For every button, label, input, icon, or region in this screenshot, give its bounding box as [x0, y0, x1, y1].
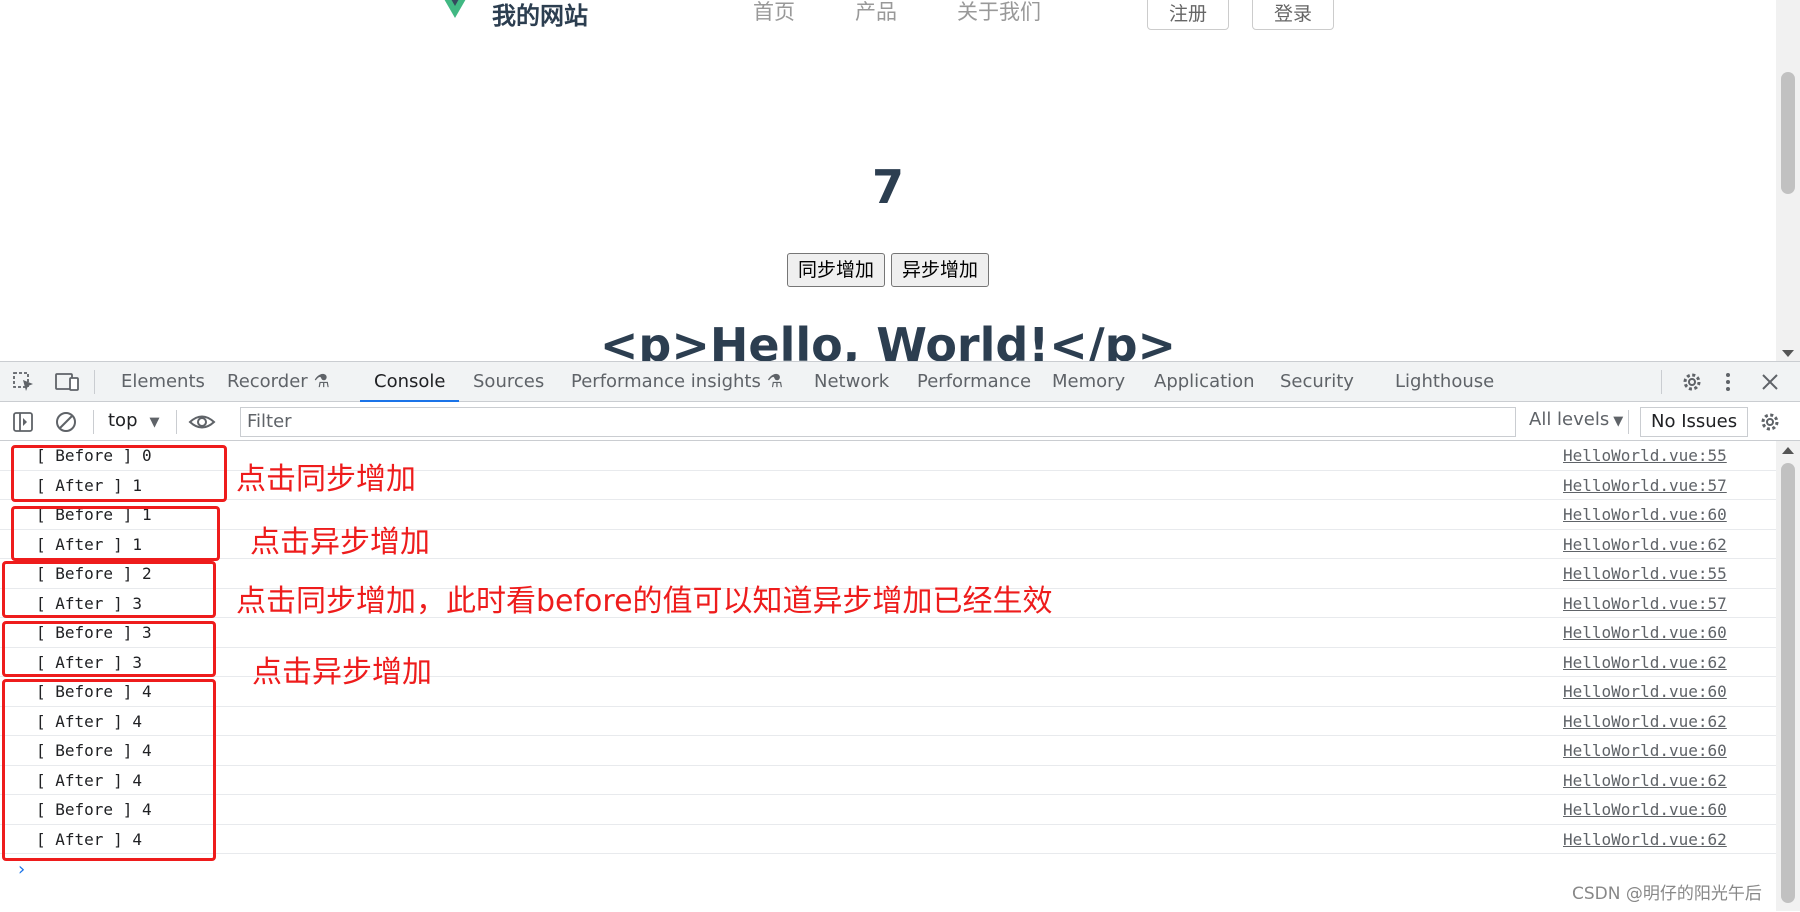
console-row: [ After ] 4 HelloWorld.vue:62 [0, 707, 1776, 736]
tab-performance[interactable]: Performance [917, 362, 1031, 402]
context-selector[interactable]: top ▼ [108, 410, 160, 431]
live-expression-eye-icon[interactable] [188, 410, 216, 434]
annotation-note: 点击异步增加 [250, 525, 430, 560]
csdn-watermark: CSDN @明仔的阳光午后 [1572, 884, 1762, 904]
annotation-note: 点击同步增加 [236, 462, 416, 497]
tab-security[interactable]: Security [1280, 362, 1354, 402]
nav-about[interactable]: 关于我们 [957, 0, 1041, 26]
tab-memory[interactable]: Memory [1052, 362, 1125, 402]
counter-buttons: 同步增加 异步增加 [0, 253, 1776, 287]
dropdown-caret-icon: ▼ [1613, 414, 1624, 429]
site-name: 我的网站 [492, 2, 588, 30]
tab-sources[interactable]: Sources [473, 362, 544, 402]
console-settings-gear-icon[interactable] [1758, 410, 1782, 434]
flask-icon: ⚗ [313, 371, 330, 392]
async-increase-button[interactable]: 异步增加 [891, 253, 990, 287]
source-link[interactable]: HelloWorld.vue:57 [1563, 594, 1727, 613]
divider [1661, 370, 1662, 394]
nav-products[interactable]: 产品 [855, 0, 897, 26]
console-row: [ Before ] 3 HelloWorld.vue:60 [0, 618, 1776, 648]
annotation-box [11, 506, 220, 561]
source-link[interactable]: HelloWorld.vue:60 [1563, 505, 1727, 524]
hello-heading: <p>Hello, World!</p> [599, 318, 1177, 361]
sidebar-toggle-icon[interactable] [12, 411, 34, 433]
annotation-note: 点击异步增加 [252, 655, 432, 690]
issues-button[interactable]: No Issues [1640, 407, 1749, 437]
console-row: [ After ] 4 HelloWorld.vue:62 [0, 766, 1776, 795]
devtools-panel: Elements Recorder ⚗ Console Sources Perfo… [0, 361, 1800, 912]
page-viewport: 我的网站 首页 产品 关于我们 注册 登录 7 同步增加 异步增加 <p>Hel… [0, 0, 1800, 361]
source-link[interactable]: HelloWorld.vue:62 [1563, 771, 1727, 790]
log-levels-label: All levels [1529, 409, 1610, 430]
divider [93, 410, 94, 434]
annotation-box [2, 561, 216, 618]
source-link[interactable]: HelloWorld.vue:62 [1563, 830, 1727, 849]
vue-logo-icon [444, 0, 466, 18]
register-button[interactable]: 注册 [1147, 0, 1229, 30]
tab-recorder[interactable]: Recorder ⚗ [227, 362, 330, 402]
log-levels-dropdown[interactable]: All levels ▼ [1529, 409, 1623, 430]
tab-lighthouse[interactable]: Lighthouse [1395, 362, 1494, 402]
divider [176, 410, 177, 434]
sync-increase-button[interactable]: 同步增加 [786, 253, 885, 287]
tab-console[interactable]: Console [359, 362, 461, 402]
tab-network[interactable]: Network [814, 362, 889, 402]
console-scrollbar-thumb[interactable] [1781, 463, 1795, 903]
divider [94, 370, 95, 394]
console-toolbar: top ▼ Filter All levels ▼ No Issues [0, 402, 1800, 441]
source-link[interactable]: HelloWorld.vue:62 [1563, 653, 1727, 672]
counter-value: 7 [871, 160, 904, 214]
page-scrollbar-thumb[interactable] [1781, 72, 1795, 194]
inspect-element-icon[interactable] [12, 371, 36, 393]
context-selector-value: top [108, 410, 138, 431]
console-scrollbar[interactable] [1776, 441, 1800, 911]
console-row: [ After ] 4 HelloWorld.vue:62 [0, 825, 1776, 854]
source-link[interactable]: HelloWorld.vue:60 [1563, 623, 1727, 642]
annotation-box [2, 621, 216, 677]
more-options-icon[interactable] [1724, 370, 1732, 394]
source-link[interactable]: HelloWorld.vue:62 [1563, 535, 1727, 554]
devtools-tabbar: Elements Recorder ⚗ Console Sources Perfo… [0, 362, 1800, 402]
source-link[interactable]: HelloWorld.vue:55 [1563, 446, 1727, 465]
settings-gear-icon[interactable] [1680, 370, 1704, 394]
annotation-box [11, 445, 227, 502]
dropdown-caret-icon: ▼ [149, 415, 160, 430]
clear-console-icon[interactable] [54, 410, 78, 434]
console-prompt-icon[interactable]: › [16, 859, 27, 880]
console-row: [ Before ] 4 HelloWorld.vue:60 [0, 795, 1776, 825]
tab-recorder-label: Recorder [227, 371, 308, 392]
source-link[interactable]: HelloWorld.vue:55 [1563, 564, 1727, 583]
source-link[interactable]: HelloWorld.vue:62 [1563, 712, 1727, 731]
page-scrollbar[interactable] [1776, 0, 1800, 361]
source-link[interactable]: HelloWorld.vue:60 [1563, 682, 1727, 701]
source-link[interactable]: HelloWorld.vue:57 [1563, 476, 1727, 495]
scroll-down-arrow-icon[interactable] [1782, 350, 1794, 357]
divider [1628, 410, 1629, 434]
nav-home[interactable]: 首页 [753, 0, 795, 26]
tab-application[interactable]: Application [1154, 362, 1255, 402]
annotation-note: 点击同步增加，此时看before的值可以知道异步增加已经生效 [236, 584, 1053, 619]
login-button[interactable]: 登录 [1252, 0, 1334, 30]
console-filter-input[interactable]: Filter [240, 407, 1516, 437]
source-link[interactable]: HelloWorld.vue:60 [1563, 741, 1727, 760]
scroll-up-arrow-icon[interactable] [1782, 447, 1794, 454]
tab-performance-insights[interactable]: Performance insights ⚗ [571, 362, 783, 402]
source-link[interactable]: HelloWorld.vue:60 [1563, 800, 1727, 819]
tab-elements[interactable]: Elements [121, 362, 205, 402]
device-toolbar-icon[interactable] [54, 371, 80, 393]
annotation-box [2, 679, 216, 861]
tab-performance-insights-label: Performance insights [571, 371, 761, 392]
close-devtools-icon[interactable] [1761, 373, 1779, 391]
console-row: [ Before ] 4 HelloWorld.vue:60 [0, 736, 1776, 766]
flask-icon: ⚗ [766, 371, 783, 392]
